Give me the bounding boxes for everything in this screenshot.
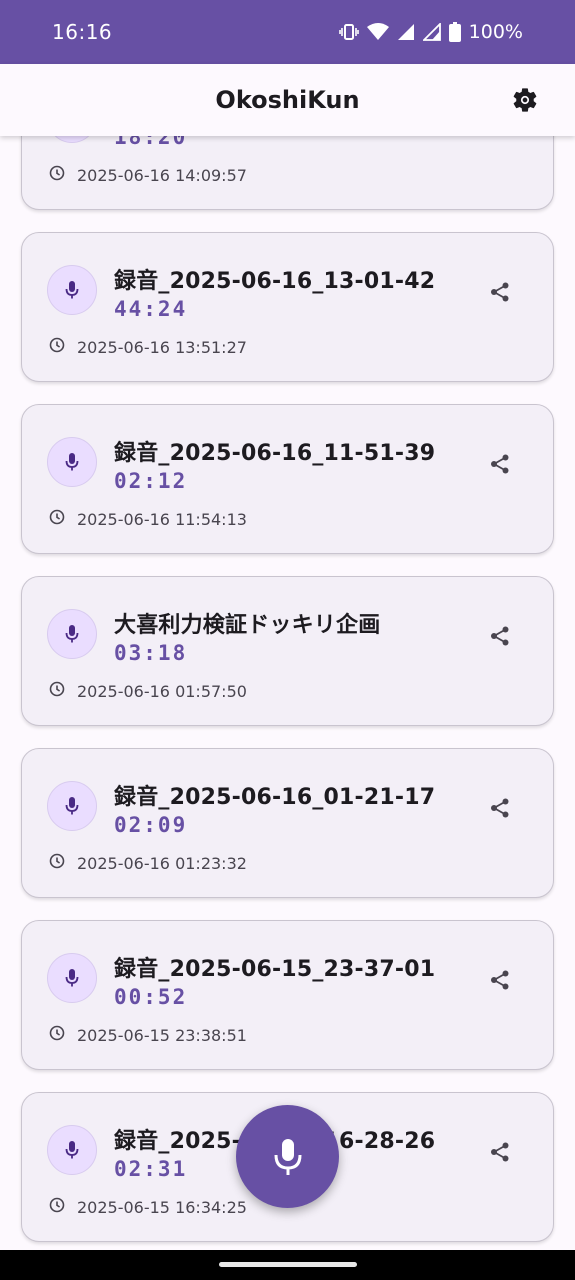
mic-icon xyxy=(47,609,97,659)
recording-card[interactable]: 大喜利力検証ドッキリ企画 03:18 2025-06-16 01:57:50 xyxy=(21,576,554,726)
record-fab[interactable] xyxy=(236,1105,339,1208)
recording-date: 2025-06-16 14:09:57 xyxy=(77,165,247,185)
share-button[interactable] xyxy=(485,449,515,479)
recording-date: 2025-06-16 11:54:13 xyxy=(77,509,247,529)
recording-date-row: 2025-06-16 13:51:27 xyxy=(49,337,247,357)
recording-date-row: 2025-06-16 01:57:50 xyxy=(49,681,247,701)
top-app-bar: OkoshiKun xyxy=(0,64,575,136)
recording-card[interactable]: 録音_2025-06-16_11-51-39 02:12 2025-06-16 … xyxy=(21,404,554,554)
mic-icon xyxy=(47,781,97,831)
status-time: 16:16 xyxy=(52,20,113,44)
recording-date-row: 2025-06-15 16:34:25 xyxy=(49,1197,247,1217)
battery-icon xyxy=(448,22,461,42)
gesture-handle[interactable] xyxy=(219,1262,357,1267)
recording-title: 録音_2025-06-16_13-01-42 xyxy=(114,269,436,294)
recording-duration: 02:31 xyxy=(114,1157,188,1181)
mic-icon xyxy=(274,1138,301,1175)
recording-list[interactable]: 18:20 2025-06-16 14:09:57 録音_2025-06-16_… xyxy=(0,64,575,1250)
wifi-icon xyxy=(366,23,389,41)
mic-icon xyxy=(47,1125,97,1175)
signal-icon xyxy=(397,23,415,41)
recording-card[interactable]: 録音_2025-06-16_01-21-17 02:09 2025-06-16 … xyxy=(21,748,554,898)
recording-duration: 02:12 xyxy=(114,469,188,493)
share-button[interactable] xyxy=(485,621,515,651)
signal-icon-2 xyxy=(422,23,441,41)
gear-icon xyxy=(513,88,537,112)
settings-button[interactable] xyxy=(511,86,539,114)
recording-date: 2025-06-15 16:34:25 xyxy=(77,1197,247,1217)
share-icon xyxy=(491,626,509,646)
share-button[interactable] xyxy=(485,965,515,995)
mic-icon xyxy=(47,953,97,1003)
share-button[interactable] xyxy=(485,1137,515,1167)
app-title: OkoshiKun xyxy=(215,86,360,114)
recording-duration: 00:52 xyxy=(114,985,188,1009)
clock-icon xyxy=(49,1197,65,1217)
recording-date-row: 2025-06-16 14:09:57 xyxy=(49,165,247,185)
recording-duration: 03:18 xyxy=(114,641,188,665)
recording-date: 2025-06-15 23:38:51 xyxy=(77,1025,247,1045)
recording-date: 2025-06-16 13:51:27 xyxy=(77,337,247,357)
recording-title: 録音_2025-06-16_01-21-17 xyxy=(114,785,436,810)
recording-date: 2025-06-16 01:57:50 xyxy=(77,681,247,701)
status-icons: 100% xyxy=(338,21,523,43)
recording-date-row: 2025-06-15 23:38:51 xyxy=(49,1025,247,1045)
mic-icon xyxy=(47,437,97,487)
clock-icon xyxy=(49,1025,65,1045)
recording-card[interactable]: 録音_2025-06-16_13-01-42 44:24 2025-06-16 … xyxy=(21,232,554,382)
recording-title: 大喜利力検証ドッキリ企画 xyxy=(114,613,381,638)
recording-duration: 44:24 xyxy=(114,297,188,321)
battery-percent: 100% xyxy=(468,21,523,43)
recording-title: 録音_2025-06-16_11-51-39 xyxy=(114,441,436,466)
share-icon xyxy=(491,454,509,474)
share-icon xyxy=(491,970,509,990)
clock-icon xyxy=(49,681,65,701)
recording-date-row: 2025-06-16 01:23:32 xyxy=(49,853,247,873)
recording-date-row: 2025-06-16 11:54:13 xyxy=(49,509,247,529)
clock-icon xyxy=(49,509,65,529)
recording-card[interactable]: 録音_2025-06-15_23-37-01 00:52 2025-06-15 … xyxy=(21,920,554,1070)
clock-icon xyxy=(49,337,65,357)
clock-icon xyxy=(49,165,65,185)
share-icon xyxy=(491,798,509,818)
share-button[interactable] xyxy=(485,793,515,823)
recording-duration: 02:09 xyxy=(114,813,188,837)
mic-icon xyxy=(47,265,97,315)
vibrate-icon xyxy=(338,23,359,41)
clock-icon xyxy=(49,853,65,873)
status-bar: 16:16 100% xyxy=(0,0,575,64)
share-icon xyxy=(491,282,509,302)
share-icon xyxy=(491,1142,509,1162)
recording-title: 録音_2025-06-15_23-37-01 xyxy=(114,957,436,982)
share-button[interactable] xyxy=(485,277,515,307)
system-nav-bar xyxy=(0,1250,575,1280)
recording-date: 2025-06-16 01:23:32 xyxy=(77,853,247,873)
